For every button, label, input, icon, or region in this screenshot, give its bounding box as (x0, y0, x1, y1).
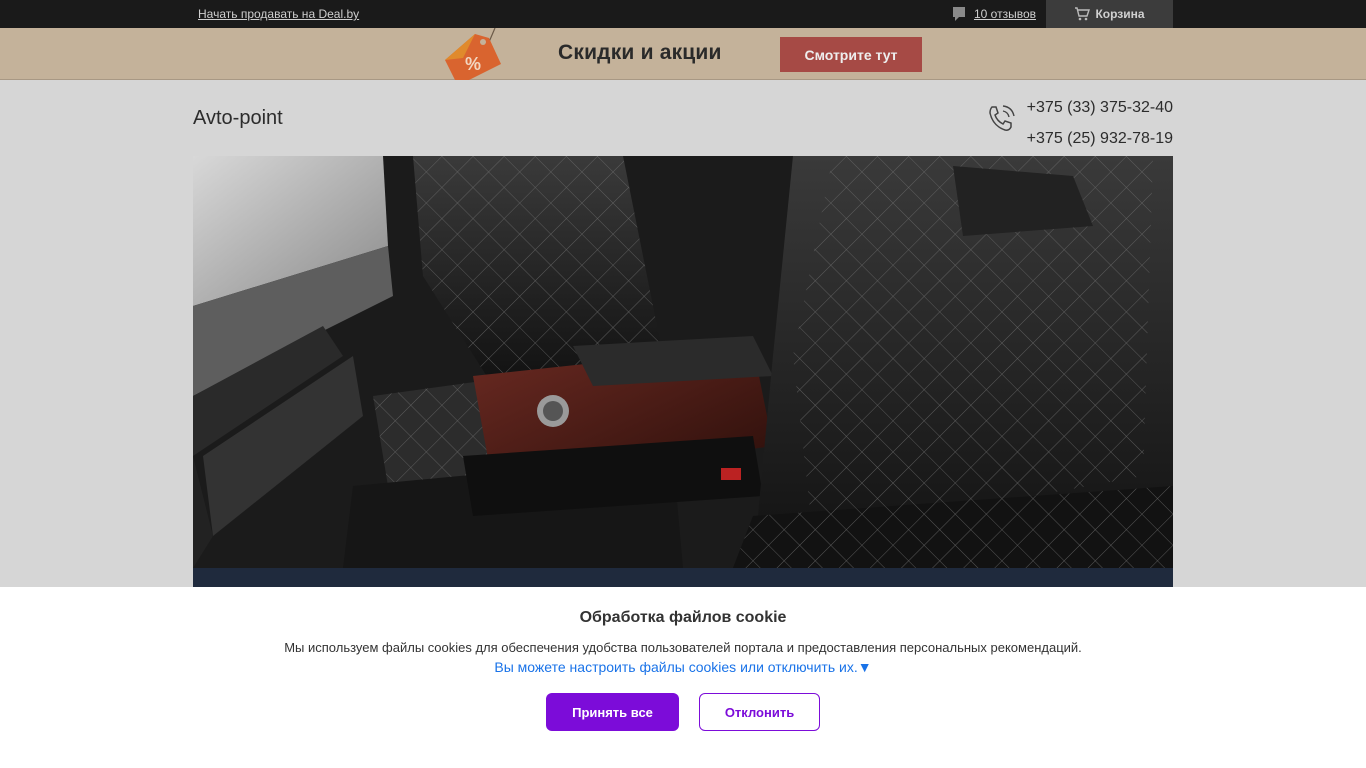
promo-button[interactable]: Смотрите тут (780, 37, 922, 72)
promo-title: Скидки и акции (558, 41, 722, 64)
reviews-link[interactable]: 10 отзывов (952, 6, 1036, 22)
cookie-consent-dialog: Обработка файлов cookie Мы используем фа… (0, 587, 1366, 768)
top-bar: Начать продавать на Deal.by 10 отзывов К… (0, 0, 1366, 28)
discount-tag-symbol: % (465, 54, 481, 74)
cookie-settings-label: Вы можете настроить файлы cookies или от… (494, 659, 858, 675)
discount-tag-icon: % (445, 28, 501, 80)
speech-bubble-icon (952, 7, 965, 21)
start-selling-link[interactable]: Начать продавать на Deal.by (198, 7, 359, 21)
hero-image (193, 156, 1173, 568)
reviews-label: 10 отзывов (973, 7, 1036, 21)
promo-banner[interactable]: % Скидки и акции Смотрите тут (0, 28, 1366, 80)
cart-label: Корзина (1095, 7, 1145, 21)
shop-header: Avto-point +375 (33) 375-32-40 +375 (25)… (193, 80, 1173, 156)
car-interior-photo (193, 156, 1173, 568)
cart-button[interactable]: Корзина (1046, 0, 1173, 28)
cookie-text: Мы используем файлы cookies для обеспече… (284, 640, 1082, 655)
decline-button[interactable]: Отклонить (699, 693, 820, 731)
phone-icon (989, 105, 1015, 131)
cookie-buttons: Принять все Отклонить (0, 693, 1366, 731)
cookie-title: Обработка файлов cookie (579, 609, 787, 626)
phone-number[interactable]: +375 (33) 375-32-40 (1027, 92, 1173, 123)
phone-list: +375 (33) 375-32-40 +375 (25) 932-78-19 (1027, 92, 1173, 154)
cart-icon (1075, 7, 1091, 21)
shop-name[interactable]: Avto-point (193, 107, 283, 130)
cookie-settings-link[interactable]: Вы можете настроить файлы cookies или от… (0, 659, 1366, 675)
phone-number[interactable]: +375 (25) 932-78-19 (1027, 123, 1173, 154)
accept-all-button[interactable]: Принять все (546, 693, 679, 731)
chevron-down-icon: ▼ (857, 659, 872, 675)
